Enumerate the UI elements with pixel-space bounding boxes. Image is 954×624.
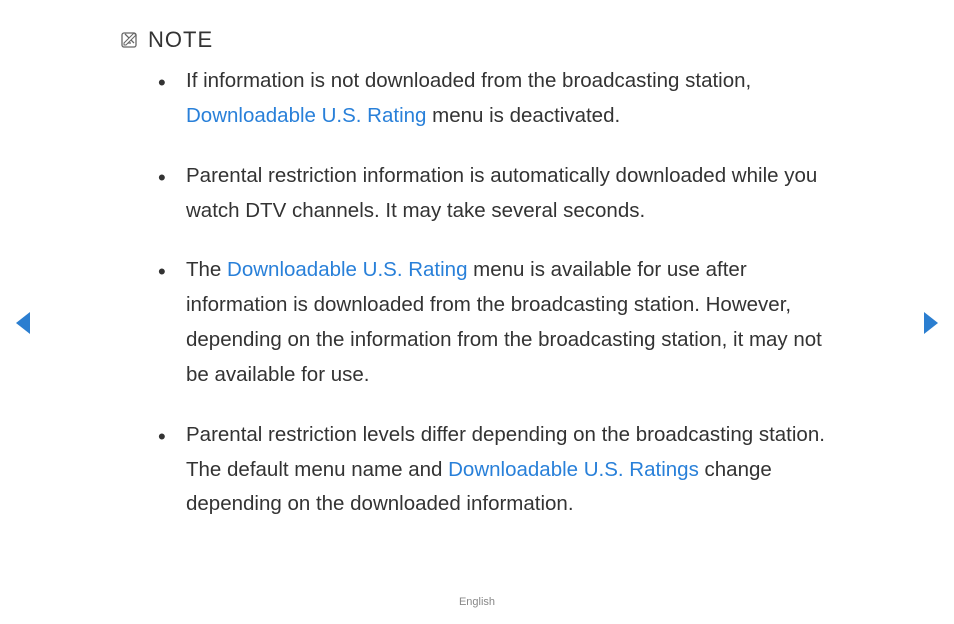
- list-item: Parental restriction information is auto…: [158, 159, 846, 229]
- list-item: Parental restriction levels differ depen…: [158, 418, 846, 523]
- link-text: Downloadable U.S. Rating: [186, 104, 426, 127]
- bullet-text-pre: Parental restriction information is auto…: [186, 164, 817, 222]
- note-content: If information is not downloaded from th…: [158, 64, 846, 547]
- bullet-text-post: menu is deactivated.: [426, 104, 620, 127]
- list-item: If information is not downloaded from th…: [158, 64, 846, 134]
- note-label: NOTE: [148, 27, 213, 53]
- arrow-left-icon: [12, 310, 34, 336]
- arrow-right-icon: [920, 310, 942, 336]
- note-icon: [120, 31, 138, 49]
- bullet-text-pre: The: [186, 258, 227, 281]
- next-page-button[interactable]: [920, 310, 942, 341]
- previous-page-button[interactable]: [12, 310, 34, 341]
- link-text: Downloadable U.S. Rating: [227, 258, 467, 281]
- bullet-list: If information is not downloaded from th…: [158, 64, 846, 522]
- link-text: Downloadable U.S. Ratings: [448, 458, 699, 481]
- list-item: The Downloadable U.S. Rating menu is ava…: [158, 253, 846, 392]
- footer-language: English: [0, 596, 954, 608]
- bullet-text-pre: If information is not downloaded from th…: [186, 69, 751, 92]
- note-header: NOTE: [120, 27, 213, 53]
